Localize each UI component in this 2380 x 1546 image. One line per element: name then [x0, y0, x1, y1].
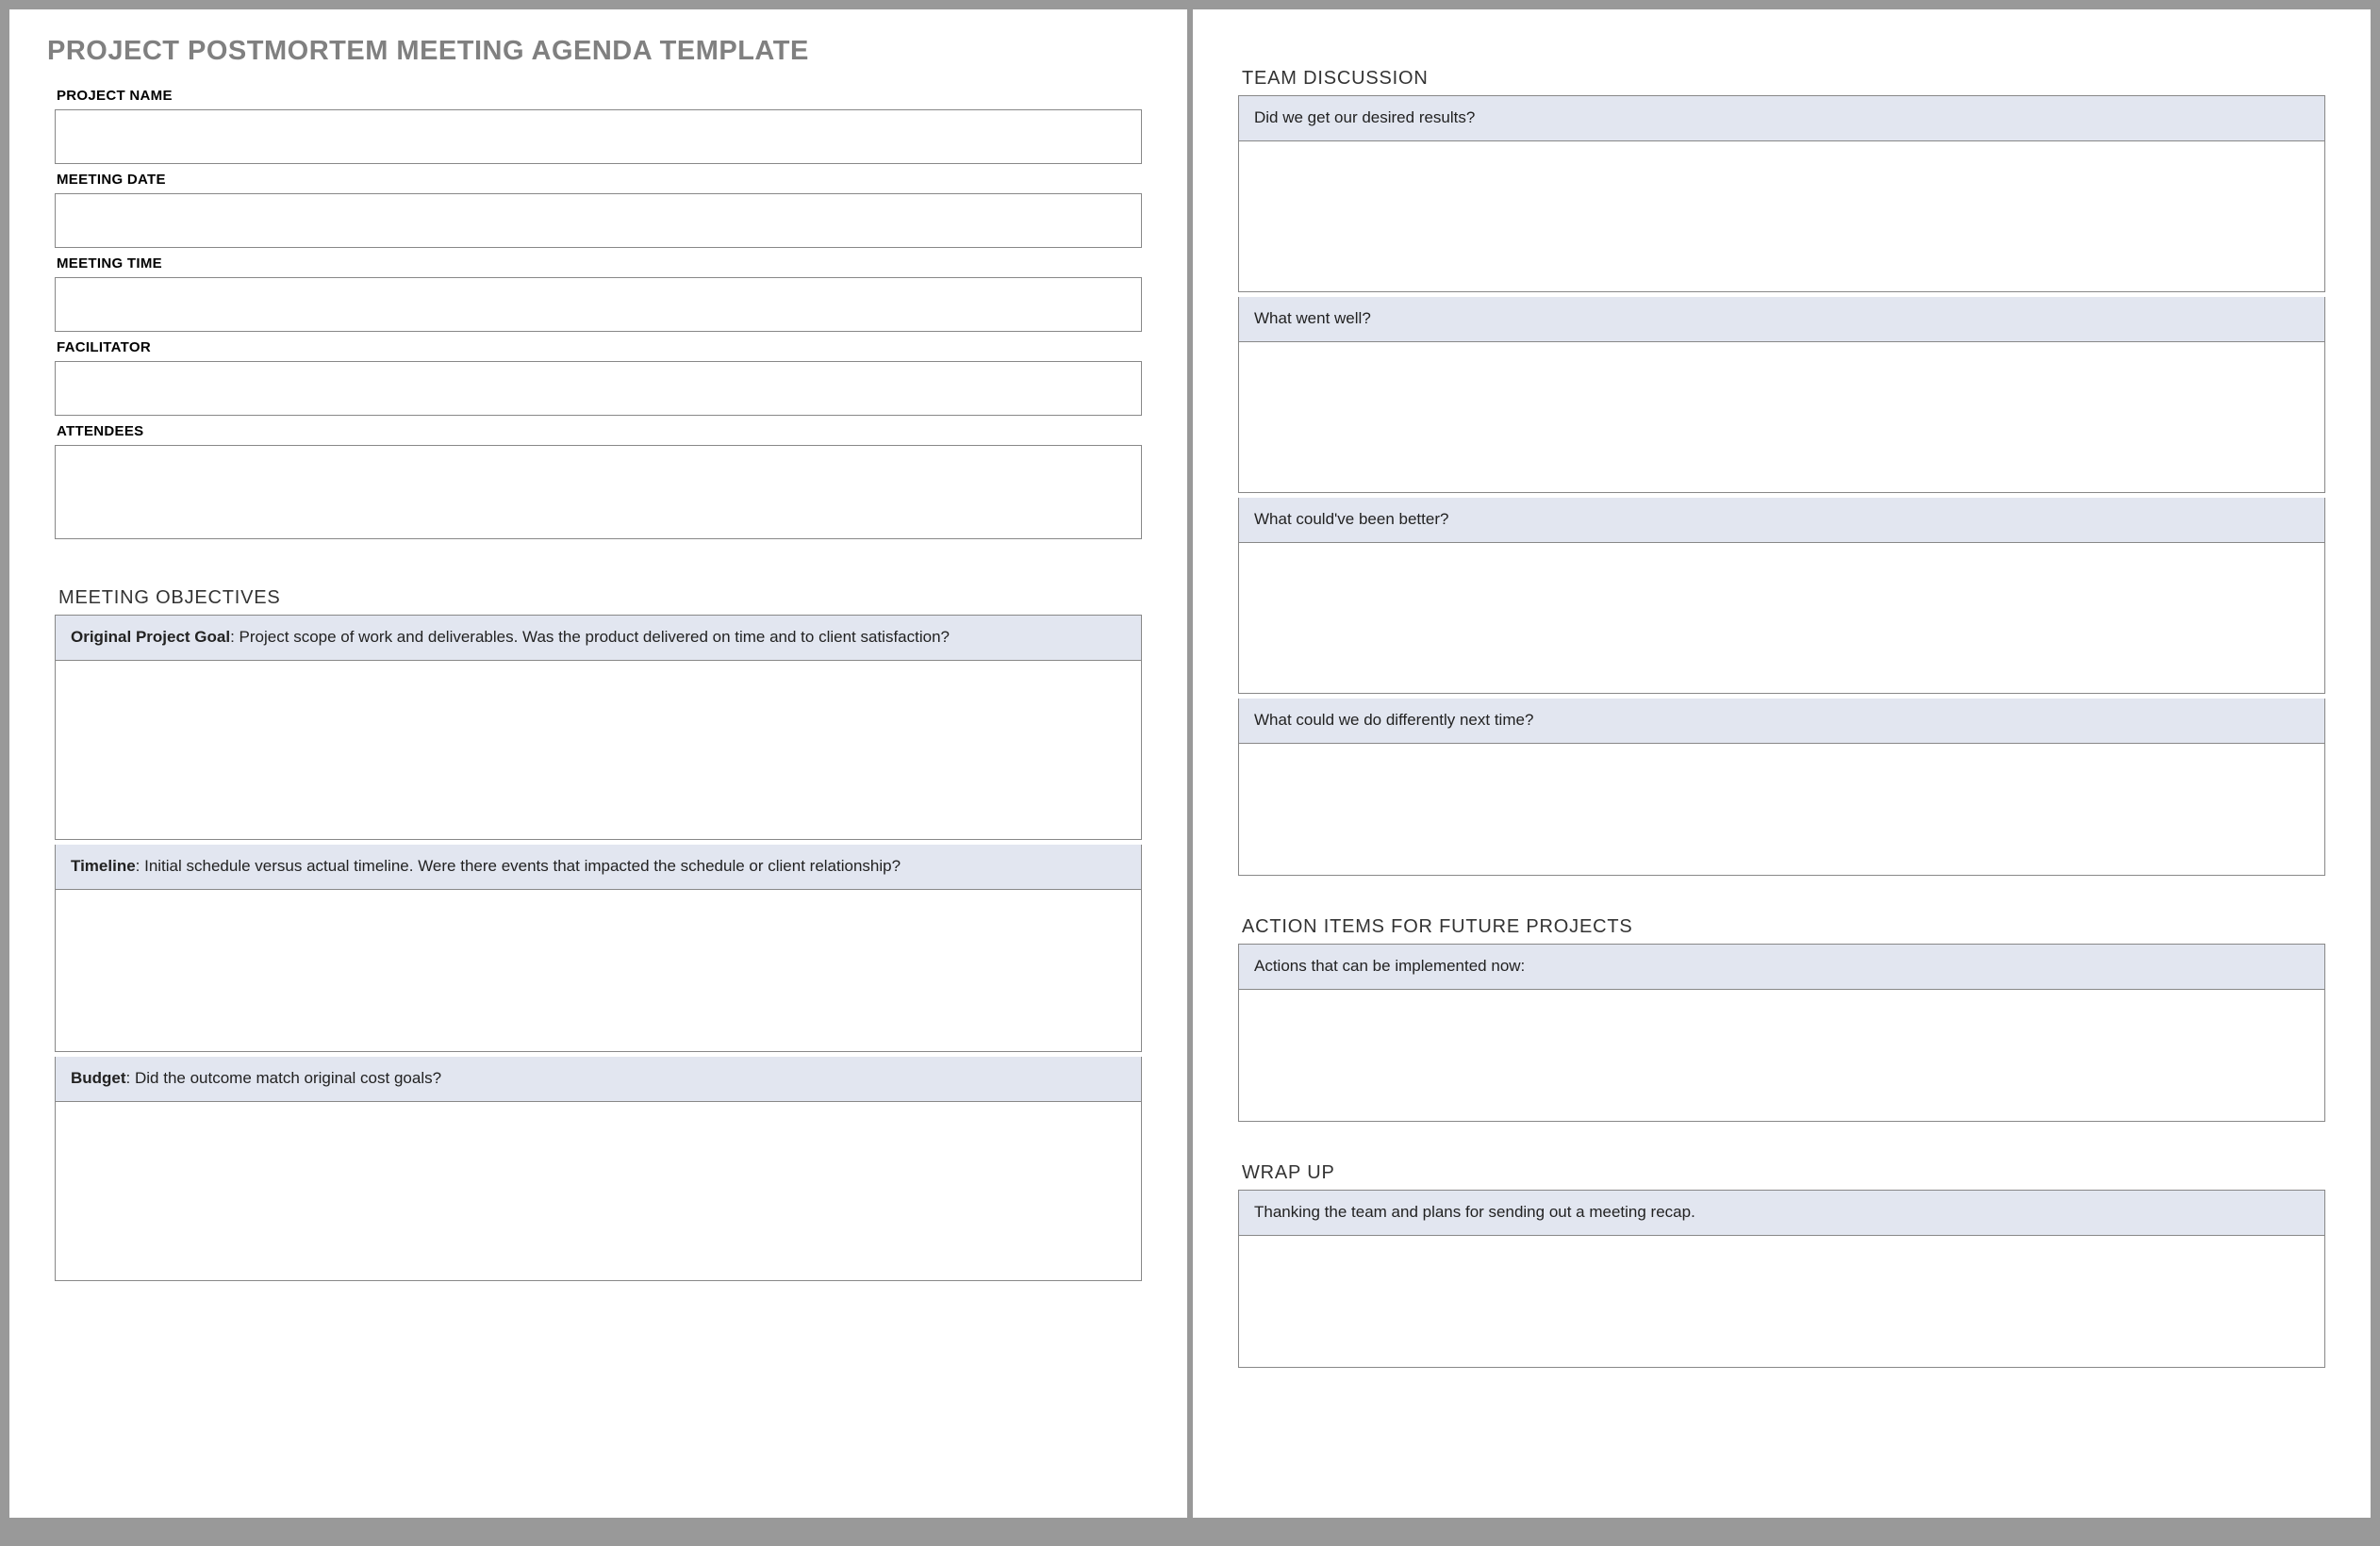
- discussion-response-better[interactable]: [1238, 543, 2325, 694]
- title-meeting-objectives: MEETING OBJECTIVES: [55, 587, 1142, 609]
- field-facilitator: FACILITATOR: [45, 339, 1151, 416]
- label-attendees: ATTENDEES: [55, 423, 1142, 439]
- objective-prompt-goal: Original Project Goal: Project scope of …: [55, 615, 1142, 661]
- label-meeting-date: MEETING DATE: [55, 172, 1142, 188]
- label-facilitator: FACILITATOR: [55, 339, 1142, 355]
- input-attendees[interactable]: [55, 445, 1142, 539]
- objective-bold-goal: Original Project Goal: [71, 628, 230, 646]
- page-divider: [1189, 9, 1191, 1518]
- discussion-response-results[interactable]: [1238, 141, 2325, 292]
- section-action-items: ACTION ITEMS FOR FUTURE PROJECTS Actions…: [1229, 916, 2335, 1127]
- objective-prompt-budget: Budget: Did the outcome match original c…: [55, 1057, 1142, 1102]
- field-meeting-date: MEETING DATE: [45, 172, 1151, 248]
- wrap-up-prompt: Thanking the team and plans for sending …: [1238, 1190, 2325, 1236]
- discussion-prompt-differently: What could we do differently next time?: [1238, 699, 2325, 744]
- field-project-name: PROJECT NAME: [45, 88, 1151, 164]
- section-team-discussion: TEAM DISCUSSION Did we get our desired r…: [1229, 68, 2335, 880]
- discussion-prompt-results: Did we get our desired results?: [1238, 95, 2325, 141]
- discussion-prompt-well: What went well?: [1238, 297, 2325, 342]
- field-meeting-time: MEETING TIME: [45, 255, 1151, 332]
- objective-bold-budget: Budget: [71, 1069, 126, 1087]
- document-spread: PROJECT POSTMORTEM MEETING AGENDA TEMPLA…: [9, 9, 2371, 1518]
- label-project-name: PROJECT NAME: [55, 88, 1142, 104]
- doc-title: PROJECT POSTMORTEM MEETING AGENDA TEMPLA…: [47, 36, 1151, 67]
- objective-text-budget: : Did the outcome match original cost go…: [126, 1069, 442, 1087]
- section-meeting-objectives: MEETING OBJECTIVES Original Project Goal…: [45, 587, 1151, 1286]
- action-items-prompt: Actions that can be implemented now:: [1238, 944, 2325, 990]
- section-wrap-up: WRAP UP Thanking the team and plans for …: [1229, 1162, 2335, 1373]
- title-wrap-up: WRAP UP: [1238, 1162, 2325, 1184]
- wrap-up-response[interactable]: [1238, 1236, 2325, 1368]
- objective-response-budget[interactable]: [55, 1102, 1142, 1281]
- input-meeting-date[interactable]: [55, 193, 1142, 248]
- discussion-prompt-better: What could've been better?: [1238, 498, 2325, 543]
- objective-response-goal[interactable]: [55, 661, 1142, 840]
- input-meeting-time[interactable]: [55, 277, 1142, 332]
- discussion-response-differently[interactable]: [1238, 744, 2325, 876]
- field-attendees: ATTENDEES: [45, 423, 1151, 544]
- objective-bold-timeline: Timeline: [71, 857, 136, 875]
- page-left: PROJECT POSTMORTEM MEETING AGENDA TEMPLA…: [9, 9, 1187, 1518]
- objective-prompt-timeline: Timeline: Initial schedule versus actual…: [55, 845, 1142, 890]
- input-facilitator[interactable]: [55, 361, 1142, 416]
- input-project-name[interactable]: [55, 109, 1142, 164]
- label-meeting-time: MEETING TIME: [55, 255, 1142, 271]
- action-items-response[interactable]: [1238, 990, 2325, 1122]
- discussion-response-well[interactable]: [1238, 342, 2325, 493]
- objective-text-timeline: : Initial schedule versus actual timelin…: [136, 857, 901, 875]
- title-action-items: ACTION ITEMS FOR FUTURE PROJECTS: [1238, 916, 2325, 938]
- objective-text-goal: : Project scope of work and deliverables…: [230, 628, 950, 646]
- title-team-discussion: TEAM DISCUSSION: [1238, 68, 2325, 90]
- page-right: TEAM DISCUSSION Did we get our desired r…: [1193, 9, 2371, 1518]
- objective-response-timeline[interactable]: [55, 890, 1142, 1052]
